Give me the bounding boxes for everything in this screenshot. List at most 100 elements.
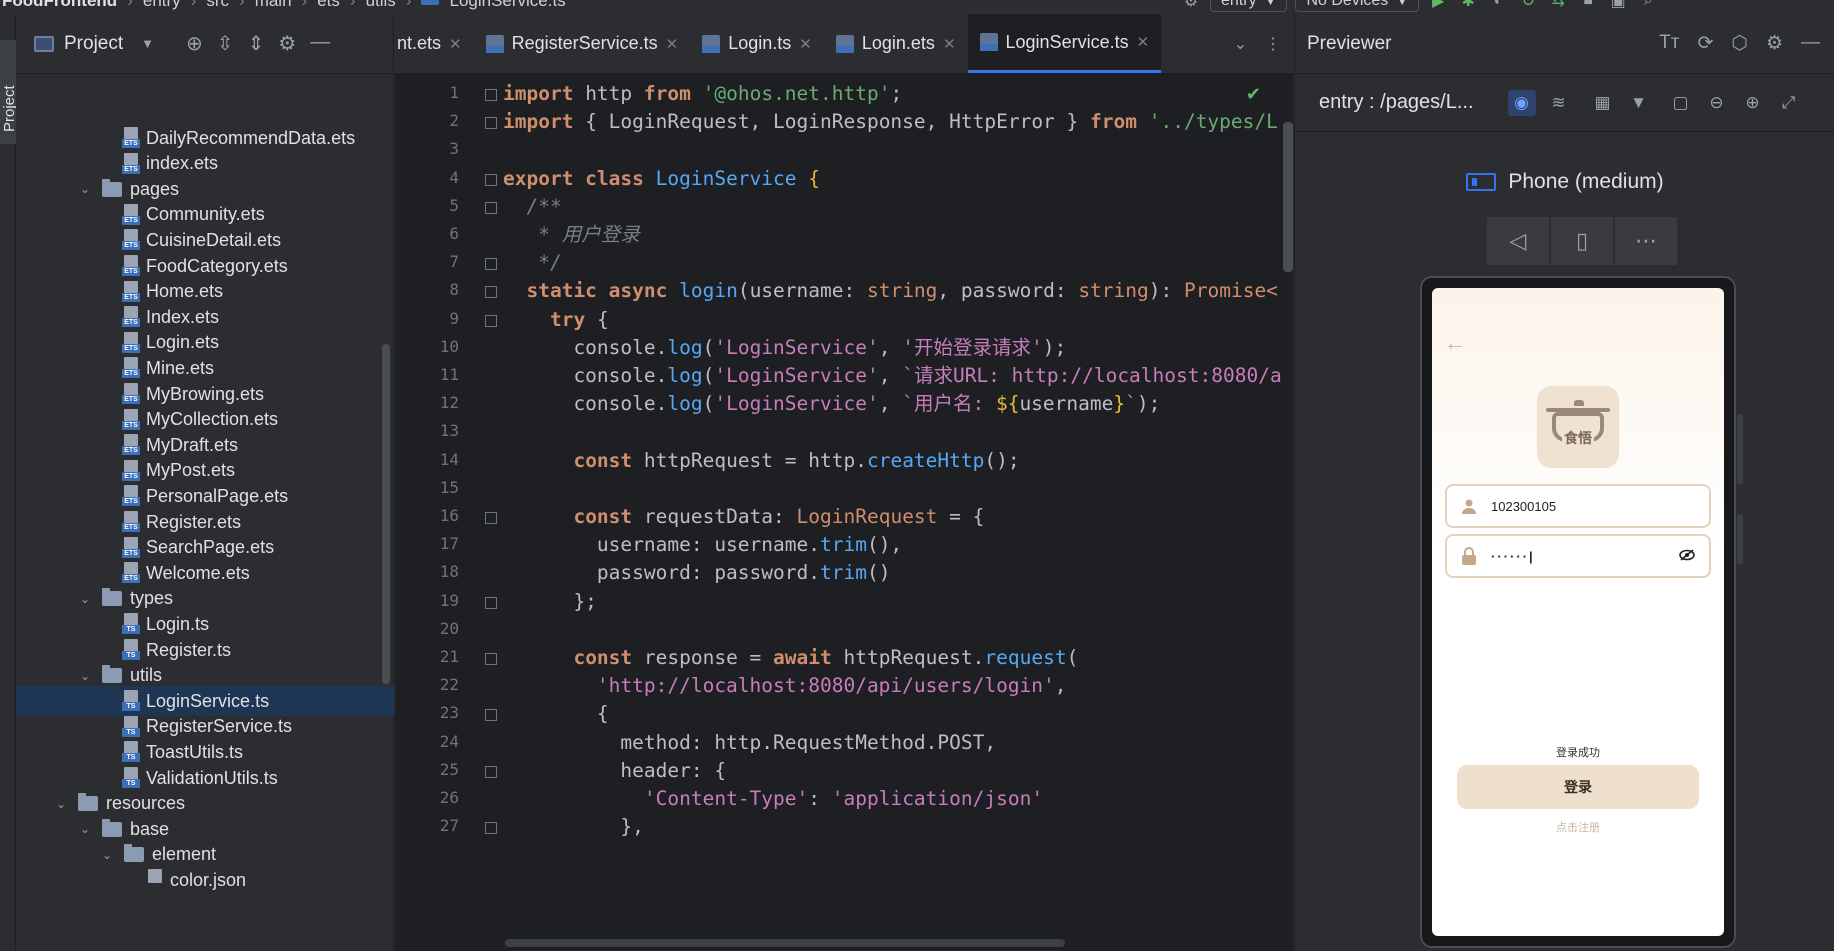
back-triangle-icon[interactable]: ◁	[1487, 217, 1549, 265]
tree-item-label: Register.ets	[146, 511, 242, 532]
file-icon: TS	[122, 613, 140, 635]
close-icon[interactable]: ✕	[1137, 33, 1150, 51]
font-size-icon[interactable]: Tт	[1659, 32, 1679, 55]
zoom-in-icon[interactable]: ⊕	[1740, 90, 1766, 116]
tree-item-label: PersonalPage.ets	[146, 485, 289, 506]
breadcrumb-item[interactable]: main	[255, 0, 292, 11]
editor-vertical-scrollbar[interactable]	[1283, 122, 1293, 272]
file-icon: ETS	[122, 511, 140, 533]
actual-size-icon[interactable]: ⤢	[1776, 90, 1802, 116]
project-scrollbar[interactable]	[382, 344, 390, 684]
fit-screen-icon[interactable]: ▢	[1668, 90, 1694, 116]
file-icon: ETS	[122, 306, 140, 328]
folder-icon	[102, 588, 122, 607]
minimize-icon[interactable]: —	[310, 31, 330, 56]
editor-tab[interactable]: Login.ts ✕	[690, 14, 824, 73]
username-field[interactable]: 102300105	[1445, 484, 1711, 528]
settings-target-icon[interactable]: ⚙	[1180, 0, 1202, 11]
stop-icon[interactable]: ■	[1577, 0, 1599, 11]
breadcrumb-item[interactable]: FoodFrontend	[2, 0, 117, 11]
editor-tab[interactable]: RegisterService.ts ✕	[474, 14, 691, 73]
breadcrumb-item[interactable]: LoginService.ts	[449, 0, 565, 11]
code-token: (	[702, 364, 715, 387]
code-editor: nt.ets ✕ RegisterService.ts ✕ Login.ts ✕ Login…	[395, 14, 1293, 951]
more-vertical-icon[interactable]: ⋮	[1265, 34, 1281, 54]
file-icon: TS	[122, 767, 140, 789]
layers-icon[interactable]: ≋	[1546, 90, 1572, 116]
fold-marker-icon[interactable]	[485, 201, 497, 214]
multi-device-icon[interactable]: ⬡	[1731, 32, 1748, 55]
project-tool-tab[interactable]: Project	[0, 40, 18, 144]
search-icon[interactable]: ⌕	[1637, 0, 1659, 11]
login-button[interactable]: 登录	[1457, 765, 1699, 809]
grid-icon[interactable]: ▦	[1590, 90, 1616, 116]
chevron-down-icon[interactable]: ⌄	[54, 797, 68, 811]
register-link[interactable]: 点击注册	[1432, 819, 1724, 835]
chevron-down-icon[interactable]: ⌄	[78, 669, 92, 683]
fold-marker-icon[interactable]	[485, 258, 497, 271]
close-icon[interactable]: ✕	[666, 35, 679, 53]
editor-tab[interactable]: LoginService.ts ✕	[967, 14, 1162, 73]
refresh-icon[interactable]: ⟳	[1697, 32, 1713, 55]
fold-marker-icon[interactable]	[485, 822, 497, 835]
fold-marker-icon[interactable]	[485, 765, 497, 778]
fold-marker-icon[interactable]	[485, 709, 497, 722]
inspector-icon[interactable]: ◉	[1507, 89, 1536, 116]
breadcrumb-item[interactable]: entry	[143, 0, 181, 11]
code-token: 'application/json'	[831, 787, 1044, 810]
fold-marker-icon[interactable]	[485, 596, 497, 609]
chevron-down-icon[interactable]: ⌄	[78, 592, 92, 606]
fold-marker-icon[interactable]	[485, 286, 497, 299]
reload-icon[interactable]: ↻	[1517, 0, 1539, 11]
password-field[interactable]: ······|	[1445, 534, 1711, 578]
chevron-down-icon[interactable]: ▼	[1626, 90, 1652, 116]
back-arrow-icon[interactable]: ←	[1444, 330, 1466, 356]
username-value: 102300105	[1491, 498, 1557, 514]
rotate-device-icon[interactable]: ▯	[1551, 217, 1613, 265]
debug-icon[interactable]: ✱	[1457, 0, 1479, 11]
code-token: const	[573, 505, 633, 528]
chevron-down-icon[interactable]: ⌄	[1234, 34, 1247, 54]
device-manager-icon[interactable]: ▣	[1607, 0, 1629, 11]
editor-tab[interactable]: nt.ets ✕	[395, 14, 474, 73]
eye-off-icon[interactable]	[1679, 548, 1695, 564]
fold-marker-icon[interactable]	[485, 173, 497, 186]
locate-icon[interactable]: ⊕	[186, 31, 203, 56]
chevron-down-icon[interactable]: ⌄	[78, 822, 92, 836]
breadcrumb-item[interactable]: src	[206, 0, 229, 11]
fold-marker-icon[interactable]	[485, 653, 497, 665]
no-problems-check-icon[interactable]: ✔	[1246, 84, 1261, 105]
chevron-down-icon[interactable]: ▼	[141, 36, 154, 51]
profile-icon[interactable]: ◐	[1487, 0, 1509, 11]
close-icon[interactable]: ✕	[799, 35, 812, 53]
tree-file[interactable]: color.json	[16, 865, 394, 895]
breadcrumb-item[interactable]: ets	[317, 0, 340, 11]
collapse-all-icon[interactable]: ⇕	[248, 31, 265, 56]
fold-marker-icon[interactable]	[485, 117, 497, 130]
code-area[interactable]: import http from '@ohos.net.http'; import…	[503, 75, 1283, 951]
close-icon[interactable]: ✕	[943, 35, 956, 53]
fold-marker-icon[interactable]	[485, 512, 497, 524]
minimize-icon[interactable]: —	[1801, 32, 1820, 55]
run-icon[interactable]: ▶	[1427, 0, 1449, 11]
module-select[interactable]: entry ▼	[1210, 0, 1288, 12]
gear-icon[interactable]: ⚙	[278, 31, 296, 56]
code-line: };	[503, 585, 596, 618]
project-panel-title[interactable]: Project	[64, 33, 123, 55]
zoom-out-icon[interactable]: ⊖	[1704, 90, 1730, 116]
file-type-tag: ETS	[122, 523, 140, 532]
page-path[interactable]: entry : /pages/L...	[1319, 91, 1474, 114]
expand-all-icon[interactable]: ⇳	[217, 31, 234, 56]
apply-changes-icon[interactable]: ⇆	[1547, 0, 1569, 11]
chevron-down-icon[interactable]: ⌄	[78, 182, 92, 196]
gear-icon[interactable]: ⚙	[1766, 32, 1783, 55]
breadcrumb-item[interactable]: utils	[366, 0, 396, 11]
fold-marker-icon[interactable]	[485, 314, 497, 327]
close-icon[interactable]: ✕	[449, 35, 462, 53]
chevron-down-icon[interactable]: ⌄	[100, 848, 114, 862]
fold-marker-icon[interactable]	[485, 89, 497, 101]
editor-horizontal-scrollbar[interactable]	[505, 939, 1065, 947]
device-select[interactable]: No Devices ▼	[1295, 0, 1420, 12]
editor-tab[interactable]: Login.ets ✕	[824, 14, 968, 73]
more-icon[interactable]: ⋯	[1615, 217, 1677, 265]
